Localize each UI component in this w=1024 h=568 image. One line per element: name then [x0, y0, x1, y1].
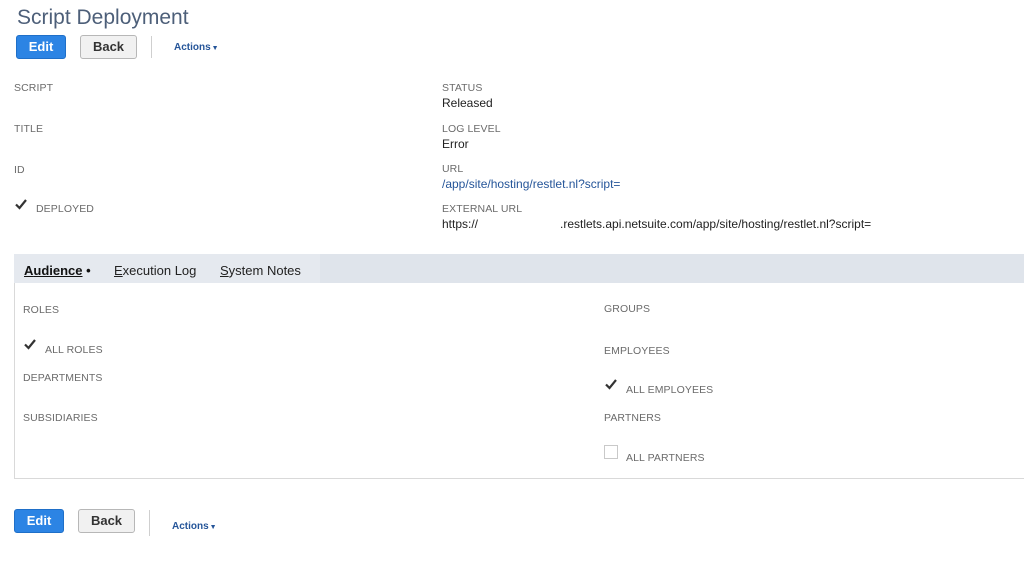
tab-system-notes[interactable]: System Notes: [220, 263, 301, 278]
checkmark-icon: [605, 379, 617, 390]
checkmark-icon: [24, 339, 36, 350]
tab-audience-label: udience: [33, 263, 83, 278]
log-level-value: Error: [442, 137, 469, 151]
roles-label: ROLES: [23, 304, 60, 316]
actions-menu[interactable]: Actions▼: [174, 42, 219, 53]
audience-panel: [14, 283, 1024, 479]
url-label: URL: [442, 163, 464, 175]
status-label: STATUS: [442, 82, 483, 94]
all-roles-label: ALL ROLES: [45, 344, 103, 356]
partners-label: PARTNERS: [604, 412, 662, 424]
tab-execution-log[interactable]: Execution Log: [114, 263, 196, 278]
tab-audience[interactable]: Audience •: [24, 263, 91, 278]
page-title: Script Deployment: [17, 6, 189, 29]
back-button-bottom[interactable]: Back: [78, 509, 135, 533]
tab-execution-log-accel: E: [114, 263, 123, 278]
external-url-label: EXTERNAL URL: [442, 203, 523, 215]
actions-label: Actions: [174, 42, 211, 53]
log-level-label: LOG LEVEL: [442, 123, 501, 135]
script-label: SCRIPT: [14, 82, 54, 94]
tab-execution-log-label: xecution Log: [122, 263, 197, 278]
tab-audience-dot: •: [82, 263, 91, 278]
all-partners-label: ALL PARTNERS: [626, 452, 705, 464]
all-employees-checkbox[interactable]: [604, 377, 618, 391]
actions-menu-bottom[interactable]: Actions▼: [172, 521, 217, 532]
checkmark-icon: [15, 199, 27, 210]
groups-label: GROUPS: [604, 303, 651, 315]
tab-audience-accel: A: [24, 263, 34, 278]
id-label: ID: [14, 164, 25, 176]
tab-bar-fill: [320, 254, 1024, 283]
all-employees-label: ALL EMPLOYEES: [626, 384, 714, 396]
status-value: Released: [442, 96, 493, 110]
url-link[interactable]: /app/site/hosting/restlet.nl?script=: [442, 177, 620, 191]
deployed-label: DEPLOYED: [36, 203, 94, 215]
edit-button[interactable]: Edit: [16, 35, 66, 59]
title-label: TITLE: [14, 123, 44, 135]
chevron-down-icon: ▼: [209, 524, 217, 531]
subsidiaries-label: SUBSIDIARIES: [23, 412, 98, 424]
external-url-prefix: https://: [442, 217, 479, 231]
actions-label-bottom: Actions: [172, 521, 209, 532]
employees-label: EMPLOYEES: [604, 345, 670, 357]
deployed-checkbox: [14, 197, 28, 211]
tab-system-notes-label: ystem Notes: [228, 263, 301, 278]
subtab-bar: Audience • Execution Log System Notes: [14, 254, 1024, 283]
all-roles-checkbox[interactable]: [23, 337, 37, 351]
toolbar-divider-bottom: [149, 510, 150, 536]
external-url-suffix: .restlets.api.netsuite.com/app/site/host…: [560, 217, 872, 231]
all-partners-checkbox[interactable]: [604, 445, 618, 459]
toolbar-divider: [151, 36, 152, 58]
tab-system-notes-accel: S: [220, 263, 229, 278]
departments-label: DEPARTMENTS: [23, 372, 103, 384]
chevron-down-icon: ▼: [211, 45, 219, 52]
back-button[interactable]: Back: [80, 35, 137, 59]
edit-button-bottom[interactable]: Edit: [14, 509, 64, 533]
